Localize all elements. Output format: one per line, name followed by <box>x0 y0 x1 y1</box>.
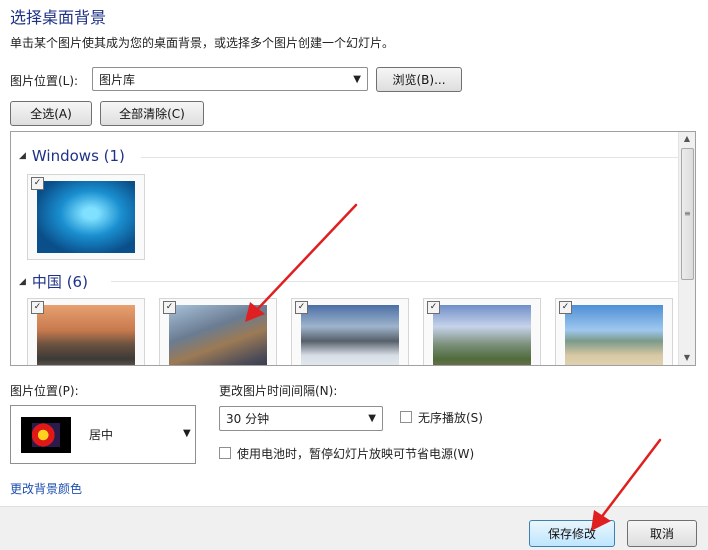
scroll-up-icon[interactable]: ▲ <box>679 132 695 146</box>
interval-value: 30 分钟 <box>226 412 270 426</box>
collapse-triangle-icon: ◢ <box>19 151 26 161</box>
wallpaper-checkbox[interactable]: ✓ <box>427 301 440 314</box>
group-divider <box>141 157 681 158</box>
chevron-down-icon: ▼ <box>183 428 191 439</box>
group-divider <box>111 281 681 282</box>
change-background-color-link[interactable]: 更改背景颜色 <box>10 480 82 497</box>
group-name: 中国 (6) <box>31 273 88 291</box>
picture-position-value: 居中 <box>89 428 114 442</box>
shuffle-checkbox[interactable] <box>400 411 412 423</box>
chevron-down-icon: ▼ <box>368 413 376 424</box>
scroll-down-icon[interactable]: ▼ <box>679 351 695 365</box>
picture-location-dropdown[interactable]: 图片库 ▼ <box>92 67 368 91</box>
wallpaper-thumbnail[interactable]: ✓ <box>555 298 673 365</box>
cancel-button[interactable]: 取消 <box>627 520 697 547</box>
picture-location-label: 图片位置(L): <box>10 74 79 88</box>
wallpaper-checkbox[interactable]: ✓ <box>31 301 44 314</box>
wallpaper-thumbnail[interactable]: ✓ <box>27 298 145 365</box>
wallpaper-checkbox[interactable]: ✓ <box>31 177 44 190</box>
vertical-scrollbar[interactable]: ▲ ≡ ▼ <box>678 132 695 365</box>
select-all-button[interactable]: 全选(A) <box>10 101 92 126</box>
page-title: 选择桌面背景 <box>10 8 107 27</box>
wallpaper-thumbnail[interactable]: ✓ <box>159 298 277 365</box>
windows-blue-wallpaper-icon <box>37 181 135 253</box>
beach-rocks-wallpaper-icon <box>565 305 663 365</box>
wallpaper-checkbox[interactable]: ✓ <box>559 301 572 314</box>
wallpaper-checkbox[interactable]: ✓ <box>163 301 176 314</box>
guilin-river-wallpaper-icon <box>37 305 135 365</box>
wallpaper-thumbnail[interactable]: ✓ <box>291 298 409 365</box>
wallpaper-thumbnail[interactable]: ✓ <box>27 174 145 260</box>
clear-all-button[interactable]: 全部清除(C) <box>100 101 204 126</box>
interval-dropdown[interactable]: 30 分钟 ▼ <box>219 406 383 431</box>
save-changes-button[interactable]: 保存修改 <box>529 520 615 547</box>
shuffle-label: 无序播放(S) <box>418 411 483 425</box>
great-wall-wallpaper-icon <box>169 305 267 365</box>
picture-location-value: 图片库 <box>99 72 136 87</box>
group-header-windows[interactable]: ◢ Windows (1) <box>19 147 125 165</box>
picture-position-dropdown[interactable]: 居中 ▼ <box>10 405 196 464</box>
rice-terrace-wallpaper-icon <box>433 305 531 365</box>
wallpaper-gallery[interactable]: ◢ Windows (1) ✓ ◢ 中国 (6) ✓ ✓ ✓ ✓ ✓ ▲ ≡ ▼ <box>10 131 696 366</box>
browse-button[interactable]: 浏览(B)... <box>376 67 462 92</box>
collapse-triangle-icon: ◢ <box>19 276 26 287</box>
page-subtitle: 单击某个图片使其成为您的桌面背景，或选择多个图片创建一个幻灯片。 <box>10 36 395 50</box>
group-header-china[interactable]: ◢ 中国 (6) <box>19 271 88 292</box>
huangshan-mountain-wallpaper-icon <box>301 305 399 365</box>
wallpaper-thumbnail[interactable]: ✓ <box>423 298 541 365</box>
battery-label: 使用电池时，暂停幻灯片放映可节省电源(W) <box>237 447 475 461</box>
chevron-down-icon: ▼ <box>353 73 361 85</box>
wallpaper-checkbox[interactable]: ✓ <box>295 301 308 314</box>
position-preview-icon <box>21 417 71 453</box>
group-name: Windows (1) <box>31 147 125 165</box>
picture-position-label: 图片位置(P): <box>10 384 79 398</box>
grip-icon: ≡ <box>684 209 691 218</box>
battery-checkbox[interactable] <box>219 447 231 459</box>
scrollbar-thumb[interactable]: ≡ <box>681 148 694 280</box>
interval-label: 更改图片时间间隔(N): <box>219 384 338 398</box>
